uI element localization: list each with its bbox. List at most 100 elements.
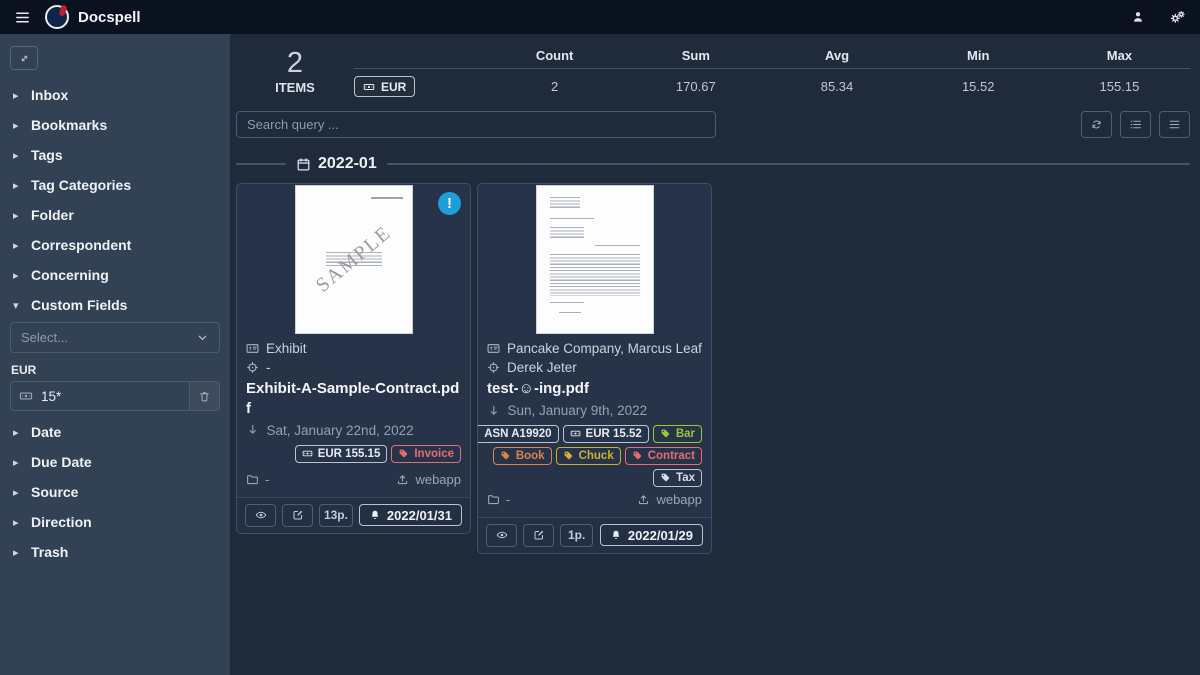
brand[interactable]: Docspell	[45, 5, 141, 29]
preview-button[interactable]	[486, 524, 517, 547]
preview-button[interactable]	[245, 504, 276, 527]
item-title[interactable]: test-☺-ing.pdf	[487, 379, 702, 399]
due-date-badge: 2022/01/29	[600, 524, 703, 546]
tag-badge[interactable]: Contract	[625, 447, 702, 465]
sidebar-item-direction[interactable]: ▸ Direction	[0, 507, 230, 537]
sidebar-item-tag-categories[interactable]: ▸ Tag Categories	[0, 170, 230, 200]
page-count-badge: 13p.	[319, 504, 353, 527]
caret-right-icon: ▸	[13, 239, 21, 252]
divider	[387, 163, 1190, 165]
items-label: ITEMS	[236, 80, 354, 95]
tag-badge[interactable]: Book	[493, 447, 552, 465]
item-date-line: Sat, January 22nd, 2022	[246, 423, 461, 438]
money-icon	[11, 382, 41, 410]
sidebar-item-bookmarks[interactable]: ▸ Bookmarks	[0, 110, 230, 140]
custom-field-eur-label: EUR	[11, 363, 219, 377]
item-title[interactable]: Exhibit-A-Sample-Contract.pdf	[246, 379, 461, 419]
asn-bars-icon	[477, 428, 479, 439]
concerning-line: Derek Jeter	[487, 360, 702, 375]
stat-count-value: 2	[484, 79, 625, 94]
edit-icon	[533, 529, 545, 541]
caret-right-icon: ▸	[13, 456, 21, 469]
money-badge: EUR 155.15	[295, 445, 388, 463]
sidebar-item-source[interactable]: ▸ Source	[0, 477, 230, 507]
caret-right-icon: ▸	[13, 516, 21, 529]
item-date-line: Sun, January 9th, 2022	[487, 403, 702, 418]
preview-page: SAMPLE	[296, 186, 412, 333]
stats-bar: 2 ITEMS Count Sum Avg Min Max EUR	[236, 44, 1190, 101]
refresh-button[interactable]	[1081, 111, 1112, 138]
menu-view-button[interactable]	[1159, 111, 1190, 138]
sidebar-item-trash[interactable]: ▸ Trash	[0, 537, 230, 567]
upload-icon	[637, 493, 650, 506]
caret-right-icon: ▸	[13, 546, 21, 559]
calendar-icon	[296, 157, 311, 172]
money-badge: EUR 15.52	[563, 425, 649, 443]
page-count-badge: 1p.	[560, 524, 593, 547]
tag-badge[interactable]: Invoice	[391, 445, 461, 463]
sidebar-item-due-date[interactable]: ▸ Due Date	[0, 447, 230, 477]
address-card-icon	[246, 342, 259, 355]
main-content: 2 ITEMS Count Sum Avg Min Max EUR	[230, 34, 1200, 675]
custom-field-eur-input[interactable]: 15*	[10, 381, 220, 411]
sidebar-item-custom-fields[interactable]: ▾ Custom Fields	[0, 290, 230, 320]
document-preview[interactable]	[478, 184, 711, 334]
col-avg: Avg	[766, 48, 907, 63]
user-icon[interactable]	[1130, 9, 1146, 25]
bars-icon	[1168, 118, 1181, 131]
menu-toggle-icon[interactable]	[14, 9, 31, 26]
clear-field-button[interactable]	[189, 382, 219, 410]
edit-button[interactable]	[282, 504, 313, 527]
sidebar-item-concerning[interactable]: ▸ Concerning	[0, 260, 230, 290]
item-card[interactable]: Pancake Company, Marcus Leaf Derek Jeter…	[477, 183, 712, 554]
stat-avg-value: 85.34	[766, 79, 907, 94]
bell-icon	[610, 529, 622, 541]
navbar: Docspell	[0, 0, 1200, 34]
tag-badge[interactable]: Tax	[653, 469, 702, 487]
crosshair-icon	[487, 361, 500, 374]
custom-field-eur-value: 15*	[41, 382, 189, 410]
tag-icon	[398, 448, 409, 459]
sidebar-item-correspondent[interactable]: ▸ Correspondent	[0, 230, 230, 260]
due-date-badge: 2022/01/31	[359, 504, 462, 526]
currency-badge: EUR	[354, 76, 415, 97]
sidebar-item-inbox[interactable]: ▸ Inbox	[0, 80, 230, 110]
custom-field-select[interactable]: Select...	[10, 322, 220, 353]
arrow-down-icon	[246, 423, 260, 437]
tag-badge[interactable]: Bar	[653, 425, 702, 443]
correspondent-line: Exhibit	[246, 341, 461, 356]
item-card[interactable]: SAMPLE ! Exhibit - Exhibit-A-Sample-Cont…	[236, 183, 471, 534]
sidebar-item-folder[interactable]: ▸ Folder	[0, 200, 230, 230]
eye-icon	[255, 509, 267, 521]
folder-icon	[487, 493, 500, 506]
list-view-button[interactable]	[1120, 111, 1151, 138]
trash-icon	[198, 390, 211, 403]
folder-icon	[246, 473, 259, 486]
sample-watermark: SAMPLE	[296, 186, 412, 333]
caret-right-icon: ▸	[13, 269, 21, 282]
edit-icon	[292, 509, 304, 521]
sidebar-item-tags[interactable]: ▸ Tags	[0, 140, 230, 170]
caret-right-icon: ▸	[13, 89, 21, 102]
currency-stats-table: Count Sum Avg Min Max EUR 2 170.67	[354, 48, 1190, 97]
concerning-line: -	[246, 360, 461, 375]
chevron-down-icon	[196, 331, 209, 344]
preview-text-block	[550, 225, 584, 238]
preview-text-block	[550, 195, 580, 208]
tag-icon	[632, 450, 643, 461]
sidebar-expand-button[interactable]	[10, 46, 38, 70]
stat-max-value: 155.15	[1049, 79, 1190, 94]
caret-right-icon: ▸	[13, 209, 21, 222]
month-group-header: 2022-01	[236, 155, 1190, 173]
search-input[interactable]	[236, 111, 716, 138]
preview-text-block	[559, 310, 581, 313]
edit-button[interactable]	[523, 524, 554, 547]
col-sum: Sum	[625, 48, 766, 63]
alert-icon: !	[438, 192, 461, 215]
tag-badge[interactable]: Chuck	[556, 447, 621, 465]
caret-down-icon: ▾	[13, 299, 21, 312]
document-preview[interactable]: SAMPLE !	[237, 184, 470, 334]
sidebar-item-date[interactable]: ▸ Date	[0, 417, 230, 447]
search-sidebar: ▸ Inbox ▸ Bookmarks ▸ Tags ▸ Tag Categor…	[0, 34, 230, 675]
settings-cogs-icon[interactable]	[1170, 9, 1186, 25]
